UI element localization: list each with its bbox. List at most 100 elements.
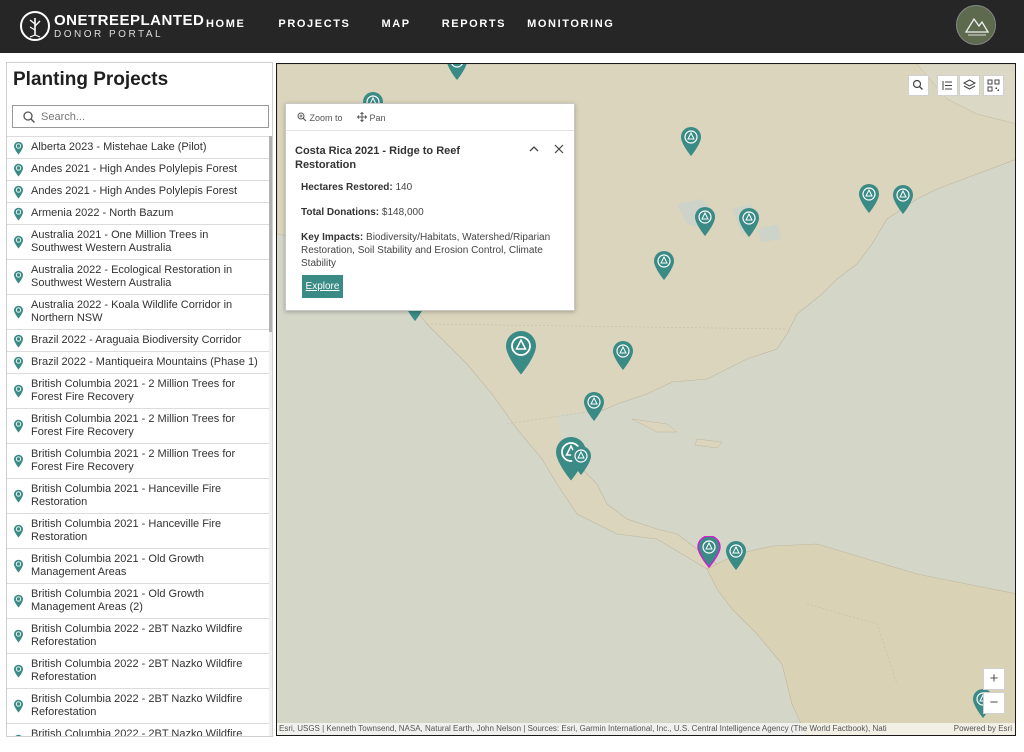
project-list-item-label: Australia 2022 - Ecological Restoration … — [31, 264, 233, 289]
project-list-item-label: British Columbia 2022 - 2BT Nazko Wildfi… — [31, 728, 243, 737]
location-pin-icon — [14, 524, 23, 538]
impacts-label: Key Impacts: — [301, 232, 364, 243]
layers-icon — [962, 79, 977, 90]
project-list-item[interactable]: Australia 2021 - One Million Trees in So… — [7, 224, 269, 259]
project-list-item[interactable]: Armenia 2022 - North Bazum — [7, 202, 269, 224]
project-list-item[interactable]: Brazil 2022 - Araguaia Biodiversity Corr… — [7, 329, 269, 351]
location-pin-icon — [14, 594, 23, 608]
project-list-item[interactable]: British Columbia 2021 - 2 Million Trees … — [7, 443, 269, 478]
logo[interactable]: ONETREEPLANTED DONOR PORTAL — [20, 10, 204, 44]
location-pin-icon — [14, 699, 23, 713]
project-list-item-label: Alberta 2023 - Mistehae Lake (Pilot) — [31, 141, 207, 153]
logo-subtitle: DONOR PORTAL — [54, 29, 164, 40]
nav-reports[interactable]: REPORTS — [442, 18, 506, 30]
zoom-to-label: Zoom to — [309, 113, 343, 123]
search-input[interactable] — [41, 108, 263, 125]
location-pin-icon — [14, 305, 23, 319]
location-pin-icon — [14, 384, 23, 398]
project-list-item[interactable]: British Columbia 2022 - 2BT Nazko Wildfi… — [7, 723, 269, 737]
project-list-item-label: British Columbia 2022 - 2BT Nazko Wildfi… — [31, 693, 243, 718]
project-list-item[interactable]: Andes 2021 - High Andes Polylepis Forest — [7, 180, 269, 202]
donations-field: Total Donations: $148,000 — [301, 206, 561, 219]
project-list-item-label: British Columbia 2021 - 2 Million Trees … — [31, 413, 236, 438]
nav-home[interactable]: HOME — [206, 18, 245, 30]
project-marker-icon[interactable] — [737, 208, 761, 243]
project-list-item-label: Brazil 2022 - Araguaia Biodiversity Corr… — [31, 334, 242, 346]
search-icon — [23, 111, 35, 123]
selected-marker-icon[interactable] — [696, 535, 722, 573]
layers-button[interactable] — [959, 75, 980, 96]
mountain-logo-icon — [958, 7, 995, 44]
project-list-item-label: Andes 2021 - High Andes Polylepis Forest — [31, 163, 238, 175]
project-list-item-label: British Columbia 2022 - 2BT Nazko Wildfi… — [31, 623, 243, 648]
close-icon[interactable] — [552, 142, 566, 156]
project-list-item-label: British Columbia 2021 - Hanceville Fire … — [31, 518, 222, 543]
project-marker-icon[interactable] — [569, 446, 593, 481]
project-list-item-label: British Columbia 2021 - Old Growth Manag… — [31, 588, 205, 613]
project-marker-icon[interactable] — [679, 127, 703, 162]
logo-title: ONETREEPLANTED — [54, 12, 205, 29]
project-popup: Zoom to Pan Costa Rica 2021 - Ridge to R… — [285, 103, 575, 311]
search-field[interactable] — [12, 105, 269, 128]
project-list-item[interactable]: Australia 2022 - Koala Wildlife Corridor… — [7, 294, 269, 329]
location-pin-icon — [14, 185, 23, 198]
location-pin-icon — [15, 734, 22, 736]
project-marker-icon[interactable] — [611, 341, 635, 376]
explore-button[interactable]: Explore — [302, 275, 343, 298]
legend-button[interactable] — [937, 75, 958, 96]
project-list-item-label: Australia 2022 - Koala Wildlife Corridor… — [31, 299, 233, 324]
zoom-in-button[interactable]: + — [983, 668, 1005, 690]
zoom-out-button[interactable]: − — [983, 692, 1005, 714]
collapse-chevron-up-icon[interactable] — [527, 142, 541, 156]
project-marker-icon[interactable] — [857, 184, 881, 219]
project-list-item[interactable]: Alberta 2023 - Mistehae Lake (Pilot) — [7, 136, 269, 158]
legend-icon — [942, 81, 952, 90]
qr-code-button[interactable] — [983, 75, 1004, 96]
project-list-item-label: British Columbia 2021 - 2 Million Trees … — [31, 448, 236, 473]
popup-title: Costa Rica 2021 - Ridge to Reef Restorat… — [295, 145, 461, 171]
project-list-item-label: British Columbia 2021 - Hanceville Fire … — [31, 483, 222, 508]
project-list-item[interactable]: British Columbia 2021 - 2 Million Trees … — [7, 408, 269, 443]
location-pin-icon — [14, 356, 23, 369]
project-list-item-label: Armenia 2022 - North Bazum — [31, 207, 174, 219]
donations-label: Total Donations: — [301, 207, 380, 218]
nav-map[interactable]: MAP — [382, 18, 411, 30]
tree-logo-icon — [20, 11, 50, 41]
project-marker-icon[interactable] — [445, 64, 469, 86]
project-marker-icon[interactable] — [693, 207, 717, 242]
location-pin-icon — [14, 334, 23, 347]
project-list-item[interactable]: Australia 2022 - Ecological Restoration … — [7, 259, 269, 294]
project-list-item[interactable]: Brazil 2022 - Mantiqueira Mountains (Pha… — [7, 351, 269, 373]
project-marker-icon[interactable] — [652, 251, 676, 286]
project-list-item[interactable]: British Columbia 2021 - Hanceville Fire … — [7, 478, 269, 513]
scrollbar-thumb[interactable] — [269, 136, 272, 332]
project-list-item[interactable]: British Columbia 2021 - Old Growth Manag… — [7, 548, 269, 583]
project-list-item[interactable]: British Columbia 2021 - 2 Million Trees … — [7, 373, 269, 408]
zoom-to-action[interactable]: Zoom to — [297, 112, 343, 123]
nav-monitoring[interactable]: MONITORING — [527, 18, 614, 30]
nav-projects[interactable]: PROJECTS — [278, 18, 350, 30]
location-pin-icon — [14, 489, 23, 503]
project-marker-icon[interactable] — [503, 330, 539, 381]
location-pin-icon — [14, 141, 23, 154]
project-list-item[interactable]: British Columbia 2021 - Hanceville Fire … — [7, 513, 269, 548]
project-list-item-label: British Columbia 2022 - 2BT Nazko Wildfi… — [31, 658, 243, 683]
map-search-button[interactable] — [908, 75, 929, 96]
project-list-item[interactable]: British Columbia 2022 - 2BT Nazko Wildfi… — [7, 618, 269, 653]
project-list-item[interactable]: British Columbia 2022 - 2BT Nazko Wildfi… — [7, 653, 269, 688]
project-list-item-label: British Columbia 2021 - Old Growth Manag… — [31, 553, 205, 578]
location-pin-icon — [14, 419, 23, 433]
project-list-item[interactable]: British Columbia 2021 - Old Growth Manag… — [7, 583, 269, 618]
project-marker-icon[interactable] — [582, 392, 606, 427]
project-list-item[interactable]: British Columbia 2022 - 2BT Nazko Wildfi… — [7, 688, 269, 723]
pan-action[interactable]: Pan — [356, 111, 386, 123]
project-list-item[interactable]: Andes 2021 - High Andes Polylepis Forest — [7, 158, 269, 180]
powered-by[interactable]: Powered by Esri — [954, 723, 1012, 735]
avatar[interactable] — [956, 5, 996, 45]
sidebar-title: Planting Projects — [13, 69, 169, 90]
project-marker-icon[interactable] — [724, 541, 748, 576]
location-pin-icon — [14, 270, 23, 284]
project-marker-icon[interactable] — [891, 185, 915, 220]
main-nav: HOME PROJECTS MAP REPORTS MONITORING — [206, 18, 644, 30]
impacts-field: Key Impacts: Biodiversity/Habitats, Wate… — [301, 231, 561, 270]
